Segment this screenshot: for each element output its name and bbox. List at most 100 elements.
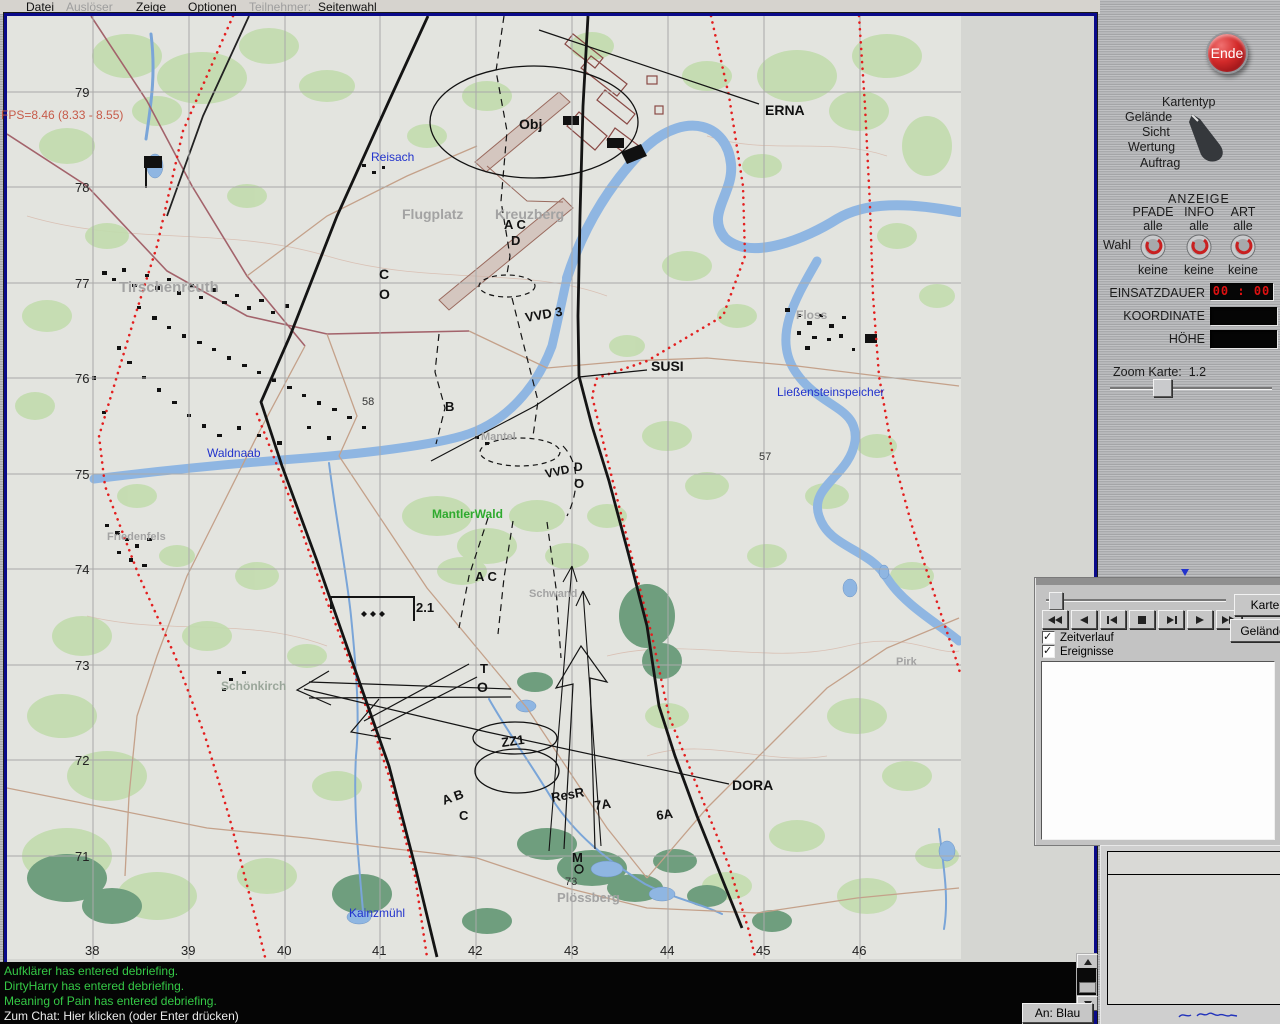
step-forward-icon: [1163, 615, 1179, 625]
zeitverlauf-checkbox-row[interactable]: Zeitverlauf: [1042, 631, 1114, 644]
svg-text:78: 78: [75, 180, 89, 195]
unit-info-header: [1108, 852, 1280, 875]
unit-info-panel: [1100, 845, 1280, 1024]
label-b: B: [445, 399, 454, 414]
menu-zeige[interactable]: Zeige: [136, 0, 166, 14]
play-button[interactable]: [1187, 610, 1213, 629]
place-reisach: Reisach: [371, 150, 414, 164]
rewind-button[interactable]: [1042, 610, 1068, 629]
step-back-button[interactable]: [1100, 610, 1126, 629]
chat-scrollbar[interactable]: [1076, 953, 1097, 1010]
arrow-up-icon: [1084, 959, 1092, 965]
ende-button[interactable]: Ende: [1206, 32, 1248, 74]
menu-teilnehmer: Teilnehmer:: [249, 0, 311, 14]
play-icon: [1192, 615, 1208, 625]
kartentyp-option-sicht[interactable]: Sicht: [1142, 125, 1170, 139]
debrief-screen: { "menu": {"items": [ {"label": "Datei",…: [0, 0, 1280, 1024]
playback-panel: Karte Gelände Zeitverlauf Ereignisse: [1035, 578, 1280, 845]
play-backward-button[interactable]: [1071, 610, 1097, 629]
place-pirk: Pirk: [896, 656, 918, 668]
menu-datei[interactable]: Datei: [26, 0, 54, 14]
kartentyp-knob-icon[interactable]: [1184, 112, 1230, 164]
anzeige-art-name: ART: [1216, 205, 1270, 219]
karte-button[interactable]: Karte: [1234, 594, 1280, 616]
label-m: M: [572, 850, 583, 865]
label-o2: O: [379, 286, 390, 302]
anzeige-title: ANZEIGE: [1168, 192, 1230, 206]
ereignisse-checkbox-row[interactable]: Ereignisse: [1042, 645, 1114, 658]
zoom-slider-thumb[interactable]: [1153, 379, 1172, 397]
kartentyp-option-auftrag[interactable]: Auftrag: [1140, 156, 1180, 170]
svg-text:45: 45: [756, 943, 770, 958]
tactical-map[interactable]: Obj ERNA SUSI DORA VVD 3 VVD D O C O B T…: [7, 16, 961, 959]
anzeige-art-knob-icon[interactable]: [1230, 234, 1256, 260]
place-tirschenreuth: Tirschenreuth: [119, 279, 219, 296]
anzeige-art-keine: keine: [1216, 263, 1270, 277]
zoom-karte-value: 1.2: [1189, 365, 1206, 379]
stop-button[interactable]: [1129, 610, 1155, 629]
ereignisse-label: Ereignisse: [1060, 646, 1114, 658]
ereignisse-checkbox[interactable]: [1042, 645, 1055, 658]
place-floss: Floss: [796, 308, 828, 322]
step-back-icon: [1105, 615, 1121, 625]
label-73: 73: [565, 876, 577, 888]
anzeige-pfade-knob-icon[interactable]: [1140, 234, 1166, 260]
zoom-slider-track[interactable]: [1110, 387, 1272, 390]
step-forward-button[interactable]: [1158, 610, 1184, 629]
place-schoenkirch: Schönkirch: [221, 679, 286, 693]
anzeige-info-knob-icon[interactable]: [1186, 234, 1212, 260]
boundary-diamonds: [361, 611, 385, 617]
svg-text:44: 44: [660, 943, 674, 958]
chat-log[interactable]: Aufklärer has entered debriefing. DirtyH…: [0, 962, 1076, 1008]
kartentyp-title: Kartentyp: [1162, 95, 1216, 109]
chat-recipient-button[interactable]: An: Blau: [1022, 1003, 1093, 1023]
time-slider-thumb[interactable]: [1049, 592, 1063, 610]
einsatzdauer-label: EINSATZDAUER: [1100, 286, 1205, 300]
svg-text:39: 39: [181, 943, 195, 958]
place-mantel: Mantel: [481, 431, 516, 443]
unit-info-box: [1107, 851, 1280, 1005]
label-21: 2.1: [416, 600, 434, 615]
label-o: O: [574, 476, 584, 491]
signature-icon: [1177, 1008, 1241, 1022]
event-list[interactable]: [1041, 661, 1275, 840]
place-ploessberg: Plössberg: [557, 890, 620, 905]
scrollbar-track[interactable]: [1077, 968, 1096, 995]
scrollbar-thumb[interactable]: [1079, 982, 1096, 993]
svg-text:74: 74: [75, 562, 89, 577]
svg-text:38: 38: [85, 943, 99, 958]
chat-status-bar[interactable]: Zum Chat: Hier klicken (oder Enter drück…: [0, 1008, 1022, 1024]
label-d: D: [574, 460, 583, 474]
label-o3: O: [477, 679, 488, 695]
svg-text:71: 71: [75, 849, 89, 864]
scroll-up-button[interactable]: [1077, 954, 1098, 969]
kartentyp-option-wertung[interactable]: Wertung: [1128, 140, 1175, 154]
place-flugplatz: Flugplatz: [402, 206, 463, 222]
zoom-karte-label: Zoom Karte: 1.2: [1113, 365, 1206, 379]
hoehe-label: HÖHE: [1100, 332, 1205, 346]
label-57: 57: [759, 451, 771, 463]
zeitverlauf-checkbox[interactable]: [1042, 631, 1055, 644]
menu-seitenwahl[interactable]: Seitenwahl: [318, 0, 377, 14]
rewind-icon: [1047, 615, 1063, 625]
label-t: T: [480, 661, 488, 676]
time-slider-track[interactable]: [1046, 599, 1226, 602]
menu-optionen[interactable]: Optionen: [188, 0, 237, 14]
stop-icon: [1134, 615, 1150, 625]
zeitverlauf-label: Zeitverlauf: [1060, 632, 1114, 644]
kartentyp-option-gelaende[interactable]: Gelände: [1125, 110, 1172, 124]
label-susi: SUSI: [651, 358, 684, 374]
timeline-marker-icon: [1181, 569, 1189, 576]
place-schwand: Schwand: [529, 588, 577, 600]
svg-text:75: 75: [75, 467, 89, 482]
svg-text:73: 73: [75, 658, 89, 673]
place-kainzmuehl: Kainzmühl: [349, 906, 405, 920]
label-obj: Obj: [519, 116, 542, 132]
svg-text:46: 46: [852, 943, 866, 958]
svg-text:72: 72: [75, 753, 89, 768]
svg-text:40: 40: [277, 943, 291, 958]
gelaende-button[interactable]: Gelände: [1230, 619, 1280, 642]
hoehe-display: [1210, 330, 1277, 348]
menu-ausloeser: Auslöser: [66, 0, 113, 14]
chat-line: DirtyHarry has entered debriefing.: [0, 979, 1076, 994]
